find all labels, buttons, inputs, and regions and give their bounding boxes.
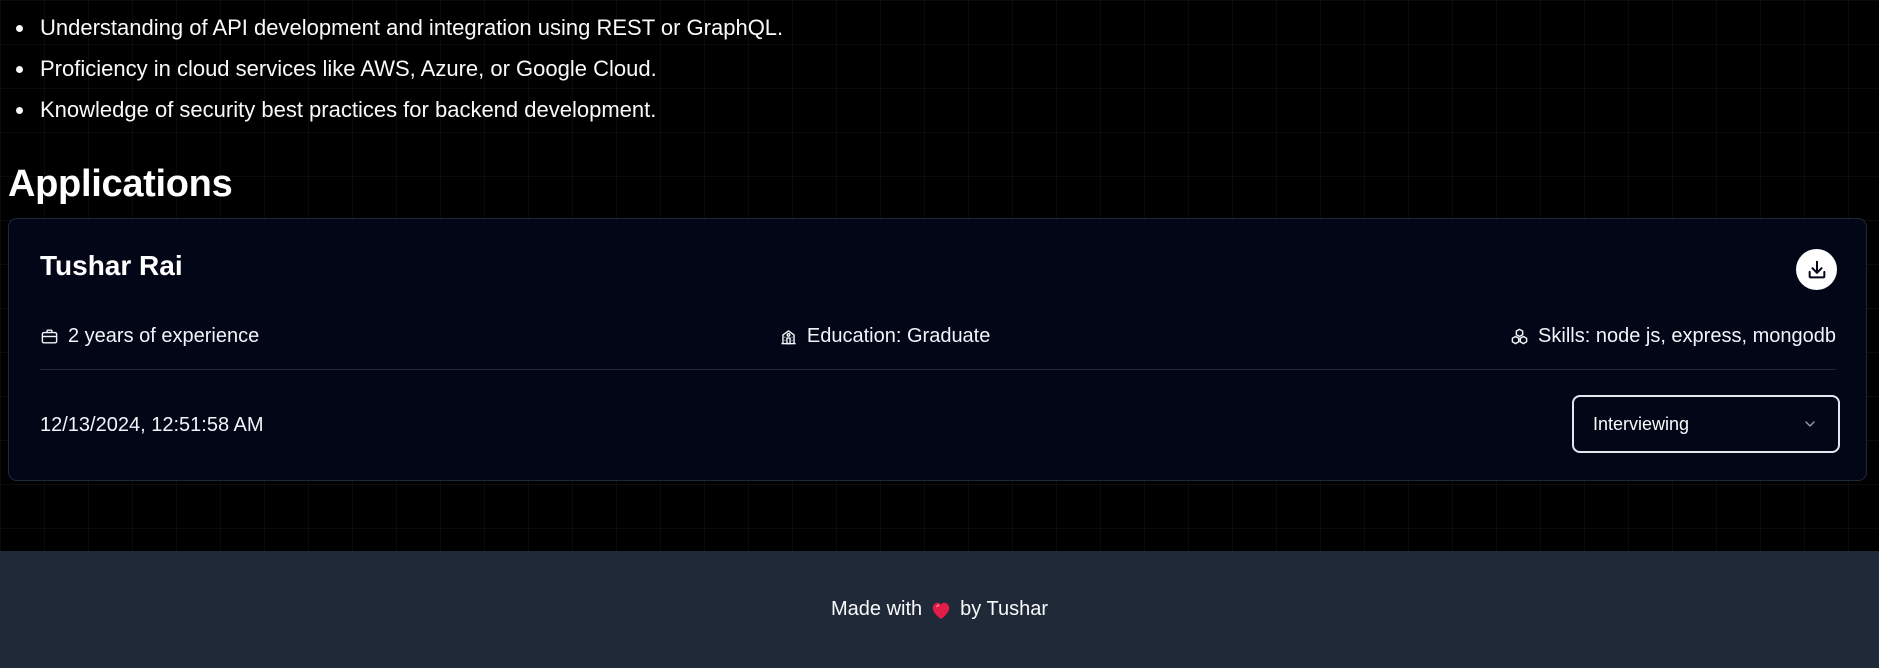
heart-icon — [930, 600, 952, 620]
applicant-name: Tushar Rai — [40, 250, 183, 281]
education-info: Education: Graduate — [779, 325, 990, 348]
education-text: Education: Graduate — [806, 324, 991, 347]
page-content: Understanding of API development and int… — [0, 0, 1879, 551]
requirements-list: Understanding of API development and int… — [15, 7, 783, 130]
application-timestamp: 12/13/2024, 12:51:58 AM — [40, 414, 264, 436]
status-value: Interviewing — [1593, 413, 1690, 434]
footer-prefix: Made with — [831, 598, 923, 620]
school-icon — [779, 327, 798, 346]
chevron-down-icon — [1805, 421, 1815, 427]
applicant-meta: 2 years of experience Education: Graduat… — [40, 321, 1836, 351]
boxes-icon — [1510, 327, 1529, 346]
skills-text: Skills: node js, express, mongodb — [1538, 324, 1836, 347]
status-select[interactable]: Interviewing — [1572, 395, 1840, 453]
applications-heading: Applications — [8, 163, 233, 205]
footer-suffix: by Tushar — [960, 598, 1048, 620]
requirement-item: Proficiency in cloud services like AWS, … — [15, 48, 783, 89]
site-footer: Made with by Tushar — [0, 551, 1879, 668]
experience-info: 2 years of experience — [40, 325, 259, 348]
briefcase-icon — [40, 327, 59, 346]
download-resume-button[interactable] — [1796, 249, 1837, 290]
skills-info: Skills: node js, express, mongodb — [1510, 325, 1836, 348]
application-card: Tushar Rai 2 years of experience Educati… — [8, 218, 1867, 481]
download-icon — [1808, 260, 1825, 278]
requirement-item: Understanding of API development and int… — [15, 7, 783, 48]
card-divider — [40, 369, 1836, 370]
experience-text: 2 years of experience — [68, 324, 260, 347]
requirement-item: Knowledge of security best practices for… — [15, 89, 783, 130]
